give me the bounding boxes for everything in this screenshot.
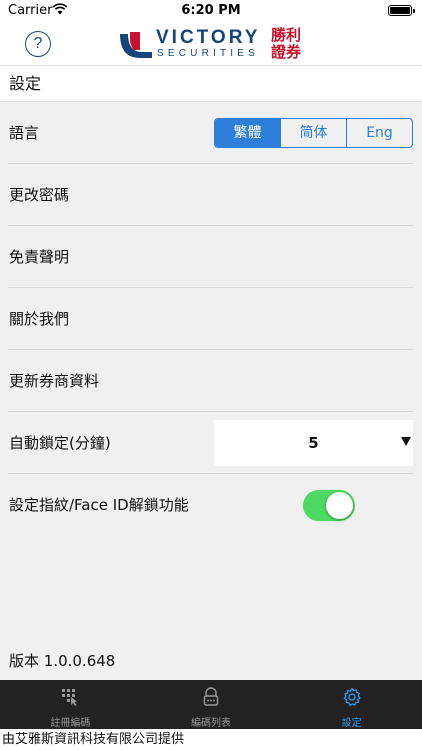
settings-list: 語言 繁體 简体 Eng 更改密碼 免責聲明 關於我們 更新券商資料 自動鎖定(…	[0, 102, 422, 680]
logo-sub-text: SECURITIES	[157, 48, 260, 59]
language-option-traditional[interactable]: 繁體	[215, 119, 280, 147]
tab-code-list-label: 編碼列表	[191, 718, 231, 729]
change-password-label: 更改密碼	[9, 186, 70, 204]
battery-icon	[388, 5, 415, 16]
disclaimer-label: 免責聲明	[9, 248, 70, 266]
language-row: 語言 繁體 简体 Eng	[8, 102, 413, 164]
toggle-knob	[326, 492, 353, 519]
logo-brand-text: VICTORY	[156, 27, 261, 48]
auto-lock-row: 自動鎖定(分鐘) 5	[8, 412, 413, 474]
tab-bar: 註冊編碼 編碼列表 設定	[0, 680, 422, 729]
logo-chinese-line2: 證券	[271, 43, 302, 61]
tab-settings-label: 設定	[341, 718, 362, 729]
biometric-toggle[interactable]	[303, 490, 355, 521]
auto-lock-value: 5	[308, 434, 319, 452]
tab-code-list[interactable]: 編碼列表	[141, 680, 282, 729]
tab-settings[interactable]: 設定	[281, 680, 422, 729]
dropdown-caret-icon	[401, 437, 411, 446]
clock: 6:20 PM	[181, 3, 241, 18]
tab-register-code[interactable]: 註冊編碼	[0, 680, 141, 729]
disclaimer-row[interactable]: 免責聲明	[8, 226, 413, 288]
change-password-row[interactable]: 更改密碼	[8, 164, 413, 226]
update-broker-row[interactable]: 更新券商資料	[8, 350, 413, 412]
logo-chinese-line1: 勝利	[271, 26, 302, 44]
about-us-label: 關於我們	[9, 310, 70, 328]
logo-mark-icon	[120, 32, 152, 58]
keypad-icon	[62, 689, 78, 706]
app-header: ? VICTORY SECURITIES 勝利 證券	[0, 22, 422, 66]
tab-register-code-label: 註冊編碼	[50, 718, 91, 729]
language-option-english[interactable]: Eng	[346, 119, 412, 147]
auto-lock-label: 自動鎖定(分鐘)	[9, 434, 111, 452]
language-segmented-control: 繁體 简体 Eng	[214, 118, 413, 148]
biometric-row: 設定指紋/Face ID解鎖功能	[8, 474, 413, 536]
about-us-row[interactable]: 關於我們	[8, 288, 413, 350]
biometric-label: 設定指紋/Face ID解鎖功能	[9, 496, 189, 514]
version-label: 版本 1.0.0.648	[9, 652, 116, 670]
auto-lock-select[interactable]: 5	[214, 420, 413, 466]
update-broker-label: 更新券商資料	[9, 372, 100, 390]
gear-icon	[343, 687, 361, 706]
help-button[interactable]: ?	[25, 31, 51, 57]
lock-icon	[203, 687, 219, 706]
language-option-simplified[interactable]: 简体	[280, 119, 346, 147]
victory-securities-logo: VICTORY SECURITIES 勝利 證券	[120, 26, 305, 62]
provider-footer: 由艾雅斯資訊科技有限公司提供	[0, 729, 422, 750]
language-label: 語言	[9, 124, 40, 142]
page-title: 設定	[0, 66, 422, 102]
status-bar: Carrier 6:20 PM	[0, 0, 422, 22]
logo-chinese-text: 勝利 證券	[271, 27, 305, 61]
